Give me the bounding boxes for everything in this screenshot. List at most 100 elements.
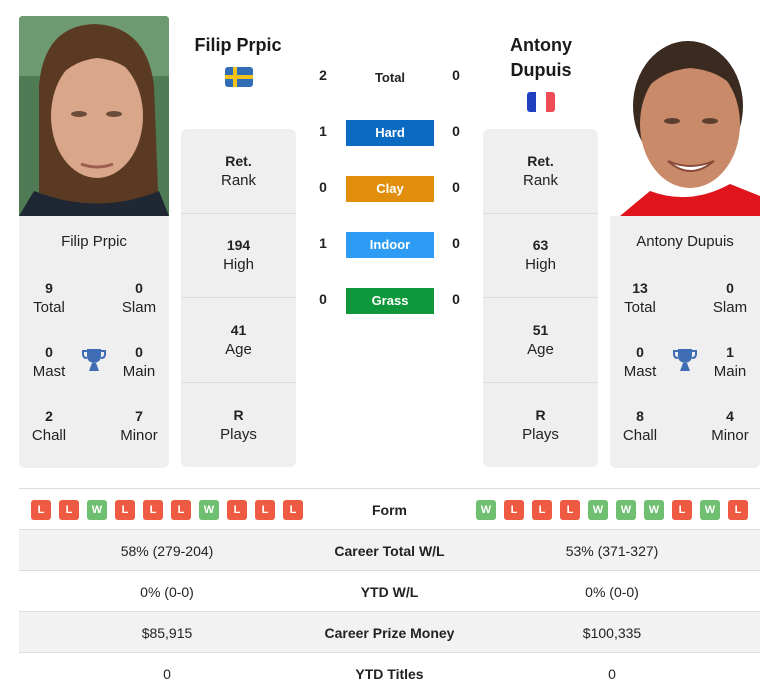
player2-titles-mast: 0 Mast xyxy=(610,342,670,382)
player1-plays-label: Plays xyxy=(220,425,257,443)
player1-age-label: Age xyxy=(225,340,252,358)
player2-high-label: High xyxy=(525,256,556,274)
player2-name[interactable]: Antony Dupuis xyxy=(481,33,601,83)
trophy-icon xyxy=(82,349,106,371)
surface-hard-badge[interactable]: Hard xyxy=(346,120,434,146)
player1-form: LLWLLLWLLL xyxy=(19,499,315,520)
player1-titles-minor-label: Minor xyxy=(120,427,158,444)
player2-titles-slam-value: 0 xyxy=(726,280,734,296)
player1-titles-main-label: Main xyxy=(122,363,156,380)
player2-form-badge-loss[interactable]: L xyxy=(532,499,552,520)
player1-photo[interactable] xyxy=(19,16,169,216)
player1-rank-label: Rank xyxy=(220,171,257,189)
surface-clay-badge[interactable]: Clay xyxy=(346,176,434,202)
player2-form-badge-win[interactable]: W xyxy=(588,499,608,520)
player1-prize-money: $85,915 xyxy=(141,624,193,641)
player2-titles-mast-label: Mast xyxy=(623,363,657,380)
surface-indoor-badge[interactable]: Indoor xyxy=(346,232,434,258)
player2-form: WLLLWWWLWL xyxy=(464,499,760,520)
player1-titles-slam-value: 0 xyxy=(135,280,143,296)
player1-ytd-wl: 0% (0-0) xyxy=(140,583,194,600)
player1-titles-slam-label: Slam xyxy=(121,299,157,316)
player2-titles-main-value: 1 xyxy=(726,344,734,360)
prize-money-label: Career Prize Money xyxy=(324,624,455,641)
player1-career-wl: 58% (279-204) xyxy=(120,542,214,559)
player2-titles-total-label: Total xyxy=(624,299,656,316)
player1-titles-mast-label: Mast xyxy=(32,363,66,380)
h2h-indoor-p2: 0 xyxy=(452,235,460,251)
player2-form-badge-loss[interactable]: L xyxy=(728,499,748,520)
player2-form-badge-win[interactable]: W xyxy=(700,499,720,520)
trophy-icon xyxy=(673,349,697,371)
player2-plays-label: Plays xyxy=(522,425,559,443)
h2h-total-p1: 2 xyxy=(319,67,327,83)
player2-high-value: 63 xyxy=(532,237,549,254)
player1-name[interactable]: Filip Prpic xyxy=(178,33,298,58)
h2h-clay-p1: 0 xyxy=(319,179,327,195)
h2h-clay-p2: 0 xyxy=(452,179,460,195)
form-label: Form xyxy=(372,501,407,518)
player2-titles-card: Antony Dupuis 13 Total 0 Slam 0 Mast 1 M… xyxy=(610,216,760,468)
player2-form-badge-loss[interactable]: L xyxy=(504,499,524,520)
player1-titles-total: 9 Total xyxy=(19,278,79,318)
player2-rank-cell: Ret. Rank xyxy=(483,129,598,214)
player1-titles-main-value: 0 xyxy=(135,344,143,360)
player2-stats-panel: Ret. Rank 63 High 51 Age R Plays xyxy=(483,129,598,467)
player1-titles-mast-value: 0 xyxy=(45,344,53,360)
player1-titles-slam: 0 Slam xyxy=(109,278,169,318)
player1-stats-panel: Ret. Rank 194 High 41 Age R Plays xyxy=(181,129,296,467)
sweden-flag-icon xyxy=(225,67,253,87)
player1-form-badge-loss[interactable]: L xyxy=(227,499,247,520)
player2-titles-total-value: 13 xyxy=(632,280,648,296)
player2-card-name: Antony Dupuis xyxy=(636,233,734,250)
player2-age-label: Age xyxy=(527,340,554,358)
player1-titles-total-value: 9 xyxy=(45,280,53,296)
h2h-grass-p1: 0 xyxy=(319,291,327,307)
player1-rank-value: Ret. xyxy=(225,152,252,169)
player2-titles-chall-label: Chall xyxy=(622,427,658,444)
player1-form-badge-win[interactable]: W xyxy=(199,499,219,520)
player2-prize-money: $100,335 xyxy=(582,624,642,641)
player2-form-badge-win[interactable]: W xyxy=(616,499,636,520)
player1-form-badge-win[interactable]: W xyxy=(87,499,107,520)
h2h-hard-p1: 1 xyxy=(319,123,327,139)
player1-titles-total-label: Total xyxy=(33,299,65,316)
player2-form-badge-loss[interactable]: L xyxy=(672,499,692,520)
player2-titles-main: 1 Main xyxy=(700,342,760,382)
player1-titles-main: 0 Main xyxy=(109,342,169,382)
player1-titles-card: Filip Prpic 9 Total 0 Slam 0 Mast 0 Main… xyxy=(19,216,169,468)
player2-titles-minor-value: 4 xyxy=(726,408,734,424)
ytd-titles-row: 0 YTD Titles 0 xyxy=(19,653,760,694)
player1-titles-minor-value: 7 xyxy=(135,408,143,424)
surface-grass-badge[interactable]: Grass xyxy=(346,288,434,314)
player2-form-badge-win[interactable]: W xyxy=(644,499,664,520)
player1-form-badge-loss[interactable]: L xyxy=(171,499,191,520)
player2-rank-label: Rank xyxy=(522,171,559,189)
player1-card-name: Filip Prpic xyxy=(61,233,127,250)
player1-plays-cell: R Plays xyxy=(181,383,296,468)
player1-high-label: High xyxy=(223,256,254,274)
player2-age-cell: 51 Age xyxy=(483,298,598,383)
player2-ytd-wl: 0% (0-0) xyxy=(585,583,639,600)
player1-form-badge-loss[interactable]: L xyxy=(143,499,163,520)
player1-high-value: 194 xyxy=(226,237,251,254)
player1-form-badge-loss[interactable]: L xyxy=(59,499,79,520)
player2-name-first: Antony xyxy=(510,35,572,55)
player2-titles-main-label: Main xyxy=(713,363,747,380)
player1-rank-cell: Ret. Rank xyxy=(181,129,296,214)
player2-form-badge-win[interactable]: W xyxy=(476,499,496,520)
player2-titles-slam: 0 Slam xyxy=(700,278,760,318)
player2-rank-value: Ret. xyxy=(527,152,554,169)
player2-photo[interactable] xyxy=(610,16,760,216)
player2-titles-chall: 8 Chall xyxy=(610,406,670,446)
player1-plays-value: R xyxy=(233,406,244,423)
player1-form-badge-loss[interactable]: L xyxy=(115,499,135,520)
player1-form-badge-loss[interactable]: L xyxy=(31,499,51,520)
player2-form-badge-loss[interactable]: L xyxy=(560,499,580,520)
france-flag-icon xyxy=(527,92,555,112)
h2h-total-label: Total xyxy=(374,70,406,85)
player1-form-badge-loss[interactable]: L xyxy=(283,499,303,520)
career-wl-row: 58% (279-204) Career Total W/L 53% (371-… xyxy=(19,530,760,571)
player1-form-badge-loss[interactable]: L xyxy=(255,499,275,520)
player2-titles-total: 13 Total xyxy=(610,278,670,318)
